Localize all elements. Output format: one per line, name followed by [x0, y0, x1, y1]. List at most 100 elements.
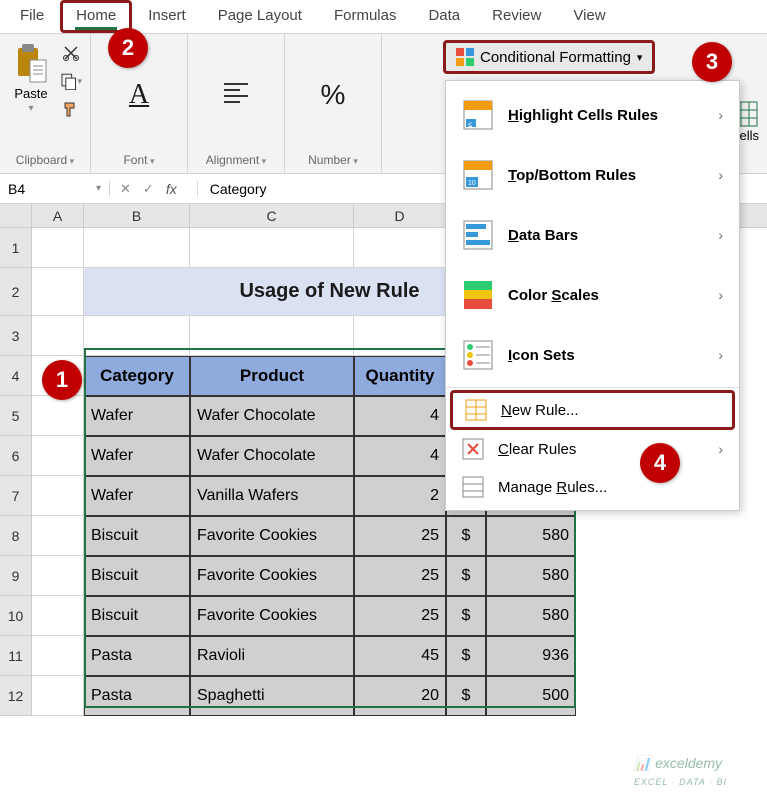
- cell[interactable]: [32, 228, 84, 268]
- select-all-button[interactable]: [0, 204, 32, 227]
- paste-button[interactable]: Paste ▾: [8, 38, 54, 118]
- cell[interactable]: $: [446, 676, 486, 716]
- alignment-icon[interactable]: [220, 76, 252, 113]
- cell[interactable]: Wafer: [84, 396, 190, 436]
- cell[interactable]: [84, 316, 190, 356]
- cell[interactable]: [32, 556, 84, 596]
- cell[interactable]: Category: [84, 356, 190, 396]
- cell[interactable]: [32, 676, 84, 716]
- cell[interactable]: Wafer Chocolate: [190, 436, 354, 476]
- cell[interactable]: Biscuit: [84, 556, 190, 596]
- cell[interactable]: [32, 596, 84, 636]
- cell[interactable]: [84, 228, 190, 268]
- cell[interactable]: [32, 636, 84, 676]
- number-icon[interactable]: %: [321, 79, 346, 111]
- cell[interactable]: Quantity: [354, 356, 446, 396]
- col-header-a[interactable]: A: [32, 204, 84, 227]
- cell[interactable]: [354, 316, 446, 356]
- tab-view[interactable]: View: [557, 0, 621, 33]
- row-header[interactable]: 6: [0, 436, 32, 476]
- tab-page-layout[interactable]: Page Layout: [202, 0, 318, 33]
- fx-enter-button[interactable]: ✓: [143, 181, 154, 197]
- cell[interactable]: [190, 228, 354, 268]
- menu-color-scales[interactable]: Color Scales ›: [446, 265, 739, 325]
- cell[interactable]: 4: [354, 396, 446, 436]
- row-header[interactable]: 10: [0, 596, 32, 636]
- cell[interactable]: Favorite Cookies: [190, 516, 354, 556]
- cell[interactable]: Wafer: [84, 436, 190, 476]
- cell[interactable]: 25: [354, 596, 446, 636]
- row-header[interactable]: 1: [0, 228, 32, 268]
- tab-review[interactable]: Review: [476, 0, 557, 33]
- cell[interactable]: 25: [354, 556, 446, 596]
- cell[interactable]: Wafer Chocolate: [190, 396, 354, 436]
- menu-icon-sets[interactable]: Icon Sets ›: [446, 325, 739, 385]
- clipboard-group-label[interactable]: Clipboard: [8, 151, 82, 169]
- formula-input[interactable]: Category: [197, 181, 267, 197]
- cell[interactable]: Pasta: [84, 676, 190, 716]
- font-group-label[interactable]: Font: [99, 151, 179, 169]
- cell[interactable]: [32, 476, 84, 516]
- row-header[interactable]: 5: [0, 396, 32, 436]
- col-header-b[interactable]: B: [84, 204, 190, 227]
- font-icon[interactable]: A: [129, 79, 149, 111]
- cell[interactable]: Vanilla Wafers: [190, 476, 354, 516]
- cell[interactable]: Biscuit: [84, 516, 190, 556]
- menu-new-rule[interactable]: New Rule...: [450, 390, 735, 430]
- cell[interactable]: [32, 436, 84, 476]
- cut-button[interactable]: [60, 42, 82, 64]
- cell[interactable]: $: [446, 516, 486, 556]
- cell[interactable]: 580: [486, 516, 576, 556]
- cell[interactable]: [32, 316, 84, 356]
- cell[interactable]: [190, 316, 354, 356]
- fx-cancel-button[interactable]: ✕: [120, 181, 131, 197]
- row-header[interactable]: 11: [0, 636, 32, 676]
- row-header[interactable]: 9: [0, 556, 32, 596]
- cell[interactable]: [32, 396, 84, 436]
- cell[interactable]: Biscuit: [84, 596, 190, 636]
- cell[interactable]: Ravioli: [190, 636, 354, 676]
- cell[interactable]: 580: [486, 596, 576, 636]
- tab-data[interactable]: Data: [412, 0, 476, 33]
- row-header[interactable]: 12: [0, 676, 32, 716]
- tab-insert[interactable]: Insert: [132, 0, 202, 33]
- cell[interactable]: $: [446, 556, 486, 596]
- name-box[interactable]: B4 ▾: [0, 181, 110, 197]
- cell[interactable]: $: [446, 636, 486, 676]
- cell[interactable]: 20: [354, 676, 446, 716]
- cell[interactable]: Pasta: [84, 636, 190, 676]
- cell[interactable]: [32, 268, 84, 316]
- number-group-label[interactable]: Number: [293, 151, 373, 169]
- cell[interactable]: $: [446, 596, 486, 636]
- menu-manage-rules[interactable]: Manage Rules...: [446, 468, 739, 506]
- alignment-group-label[interactable]: Alignment: [196, 151, 276, 169]
- cell[interactable]: Favorite Cookies: [190, 556, 354, 596]
- cell[interactable]: [32, 516, 84, 556]
- cell[interactable]: [354, 228, 446, 268]
- format-painter-button[interactable]: [60, 98, 82, 120]
- menu-data-bars[interactable]: Data Bars ›: [446, 205, 739, 265]
- cell[interactable]: 500: [486, 676, 576, 716]
- cell[interactable]: Product: [190, 356, 354, 396]
- row-header[interactable]: 7: [0, 476, 32, 516]
- col-header-c[interactable]: C: [190, 204, 354, 227]
- cell[interactable]: Favorite Cookies: [190, 596, 354, 636]
- cell[interactable]: 45: [354, 636, 446, 676]
- cell[interactable]: 4: [354, 436, 446, 476]
- tab-formulas[interactable]: Formulas: [318, 0, 413, 33]
- cell[interactable]: 936: [486, 636, 576, 676]
- cell[interactable]: Wafer: [84, 476, 190, 516]
- row-header[interactable]: 2: [0, 268, 32, 316]
- row-header[interactable]: 3: [0, 316, 32, 356]
- menu-clear-rules[interactable]: Clear Rules ›: [446, 430, 739, 468]
- menu-top-bottom-rules[interactable]: 10 Top/Bottom Rules ›: [446, 145, 739, 205]
- col-header-d[interactable]: D: [354, 204, 446, 227]
- cell[interactable]: 25: [354, 516, 446, 556]
- row-header[interactable]: 8: [0, 516, 32, 556]
- menu-highlight-cells-rules[interactable]: ≤ Highlight Cells Rules ›: [446, 85, 739, 145]
- conditional-formatting-button[interactable]: Conditional Formatting ▾: [443, 40, 655, 74]
- tab-file[interactable]: File: [4, 0, 60, 33]
- cell[interactable]: 2: [354, 476, 446, 516]
- fx-icon[interactable]: fx: [166, 181, 177, 197]
- cell[interactable]: Spaghetti: [190, 676, 354, 716]
